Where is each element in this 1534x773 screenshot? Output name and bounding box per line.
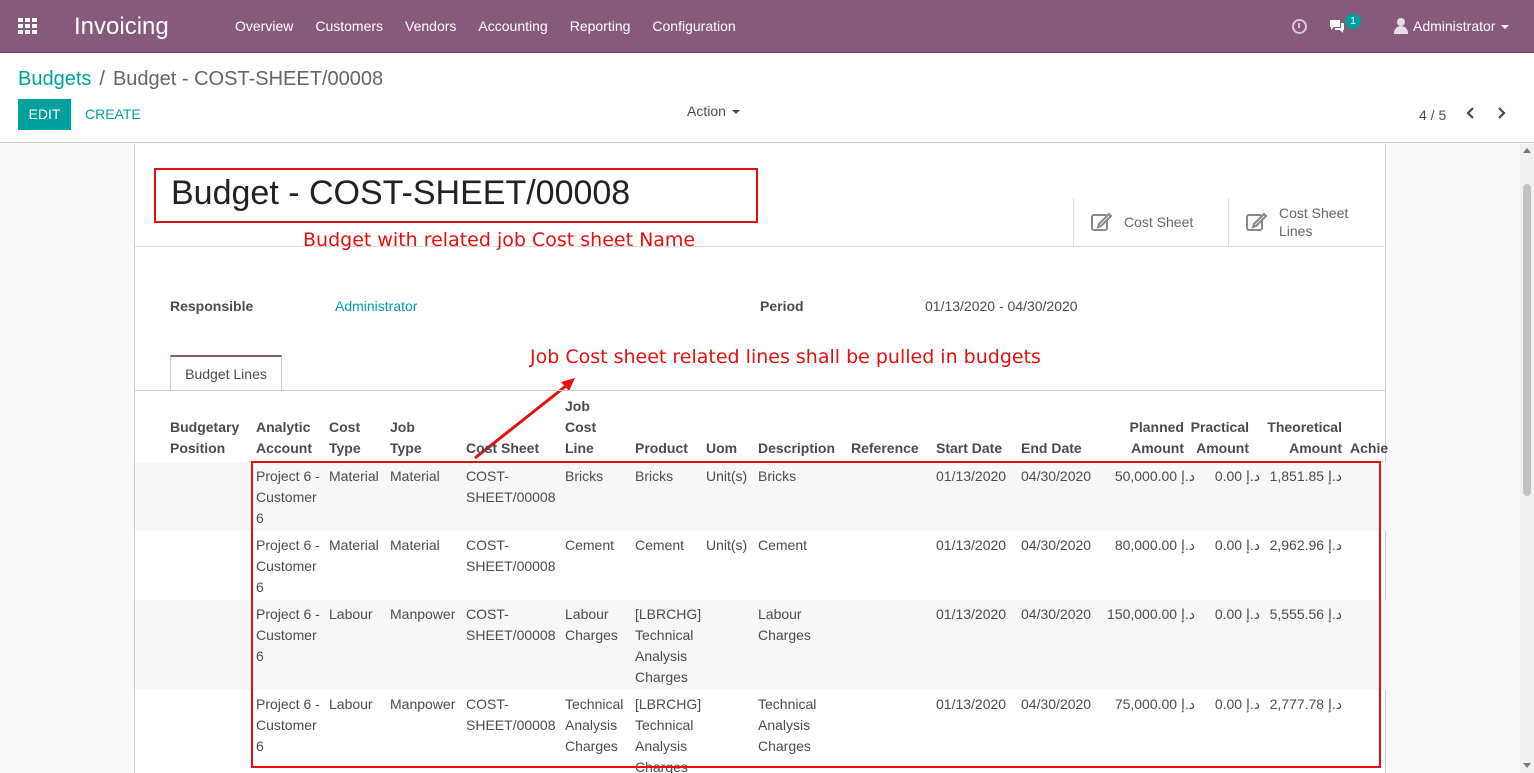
cost-sheet-lines-label: Cost Sheet Lines (1279, 205, 1349, 239)
column-header[interactable]: Practical Amount (1185, 417, 1249, 459)
apps-menu-icon[interactable] (18, 18, 37, 34)
edit-button[interactable]: EDIT (18, 99, 71, 130)
cost-sheet-label: Cost Sheet (1124, 214, 1194, 230)
menu-configuration[interactable]: Configuration (641, 0, 746, 53)
breadcrumb: Budgets / Budget - COST-SHEET/00008 (18, 68, 383, 91)
chat-icon[interactable] (1328, 18, 1346, 34)
responsible-value[interactable]: Administrator (335, 298, 417, 314)
chevron-left-icon[interactable] (1463, 105, 1479, 121)
caret-down-icon (1501, 25, 1510, 30)
user-menu[interactable]: Administrator (1413, 18, 1510, 34)
period-label: Period (760, 298, 804, 314)
pager-value[interactable]: 4 / 5 (1419, 107, 1446, 123)
annotation-lines-box (251, 461, 1381, 768)
edit-icon (1246, 212, 1268, 231)
menu-reporting[interactable]: Reporting (559, 0, 642, 53)
breadcrumb-budgets-link[interactable]: Budgets (18, 68, 91, 90)
user-avatar-icon[interactable] (1394, 18, 1408, 34)
cost-sheet-button[interactable]: Cost Sheet (1073, 198, 1228, 246)
column-header[interactable]: Theoretical Amount (1255, 417, 1342, 459)
column-header[interactable]: Product (635, 438, 688, 459)
column-header[interactable]: Reference (851, 438, 919, 459)
tab-divider (135, 390, 1386, 391)
column-header[interactable]: Budgetary Position (170, 417, 239, 459)
caret-down-icon (731, 110, 740, 115)
activity-clock-icon[interactable] (1292, 19, 1307, 34)
smart-button-box: Cost Sheet Cost Sheet Lines (1073, 198, 1386, 246)
app-brand: Invoicing (74, 13, 169, 40)
scroll-down-arrow-icon[interactable] (1523, 763, 1531, 768)
scroll-up-arrow-icon[interactable] (1523, 148, 1531, 153)
column-header[interactable]: Achie (1350, 438, 1388, 459)
column-header[interactable]: Cost Sheet (466, 438, 539, 459)
menu-customers[interactable]: Customers (304, 0, 394, 53)
column-header[interactable]: Planned Amount (1085, 417, 1184, 459)
period-value: 01/13/2020 - 04/30/2020 (925, 298, 1078, 314)
tab-budget-lines[interactable]: Budget Lines (170, 355, 282, 391)
action-label: Action (687, 103, 726, 119)
create-button[interactable]: CREATE (85, 99, 141, 130)
breadcrumb-separator: / (99, 68, 105, 90)
edit-icon (1091, 212, 1113, 231)
column-header[interactable]: Analytic Account (256, 417, 312, 459)
column-header[interactable]: Start Date (936, 438, 1002, 459)
annotation-title-note: Budget with related job Cost sheet Name (303, 229, 696, 251)
chat-badge: 1 (1345, 14, 1361, 29)
top-navbar: Invoicing Overview Customers Vendors Acc… (0, 0, 1534, 53)
menu-overview[interactable]: Overview (224, 0, 304, 53)
responsible-label: Responsible (170, 298, 254, 314)
column-header[interactable]: Job Type (390, 417, 422, 459)
scrollbar-thumb[interactable] (1523, 184, 1531, 496)
chevron-right-icon[interactable] (1493, 105, 1509, 121)
user-name: Administrator (1413, 18, 1496, 34)
menu-vendors[interactable]: Vendors (394, 0, 467, 53)
control-panel: Budgets / Budget - COST-SHEET/00008 EDIT C… (0, 53, 1534, 143)
main-menu: Overview Customers Vendors Accounting Re… (224, 0, 747, 53)
menu-accounting[interactable]: Accounting (467, 0, 558, 53)
action-dropdown[interactable]: Action (687, 103, 740, 119)
form-sheet: Cost Sheet Cost Sheet Lines Budget - COS… (134, 144, 1388, 773)
form-view: Cost Sheet Cost Sheet Lines Budget - COS… (0, 144, 1520, 773)
annotation-title-box (154, 168, 758, 223)
column-header[interactable]: Job Cost Line (565, 396, 596, 459)
annotation-lines-note: Job Cost sheet related lines shall be pu… (530, 346, 1041, 368)
column-header[interactable]: Uom (706, 438, 737, 459)
column-header[interactable]: End Date (1021, 438, 1082, 459)
cost-sheet-lines-button[interactable]: Cost Sheet Lines (1228, 198, 1386, 246)
column-header[interactable]: Cost Type (329, 417, 361, 459)
column-header[interactable]: Description (758, 438, 835, 459)
page-scrollbar[interactable] (1520, 144, 1534, 773)
breadcrumb-current: Budget - COST-SHEET/00008 (112, 68, 384, 90)
